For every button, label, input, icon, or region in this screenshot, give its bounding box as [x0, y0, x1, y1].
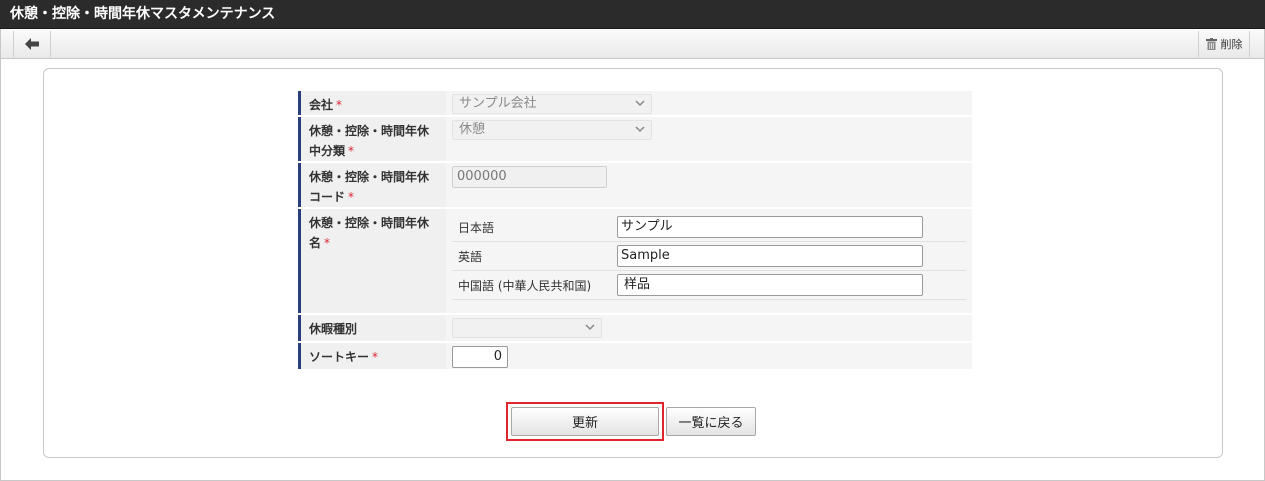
trash-icon [1205, 38, 1217, 50]
arrow-left-icon [25, 38, 39, 50]
chevron-down-icon [635, 126, 645, 133]
edit-form: 会社 * サンプル会社 休憩・控除・時間年休 中分類 * 休憩 休憩・控除・時間年休… [298, 91, 972, 371]
page-title: 休憩・控除・時間年休マスタメンテナンス [0, 0, 1265, 29]
value-company: サンプル会社 [446, 91, 972, 115]
required-mark: * [372, 350, 379, 364]
label-name-line1: 休憩・控除・時間年休 [309, 216, 430, 230]
name-zh-input[interactable]: 样品 [617, 274, 923, 296]
label-name: 休憩・控除・時間年休 名 * [298, 209, 446, 313]
row-code: 休憩・控除・時間年休 コード * 000000 [298, 163, 972, 209]
label-category: 休憩・控除・時間年休 中分類 * [298, 117, 446, 161]
label-leave-type: 休暇種別 [298, 315, 446, 341]
sort-key-input[interactable]: 0 [452, 346, 508, 368]
value-category: 休憩 [446, 117, 972, 161]
name-en-input[interactable]: Sample [617, 245, 923, 267]
label-sort-key-text: ソートキー [309, 350, 370, 364]
update-button[interactable]: 更新 [511, 407, 659, 436]
label-company-text: 会社 [309, 98, 334, 112]
required-mark: * [348, 190, 355, 204]
company-select[interactable]: サンプル会社 [452, 94, 652, 114]
required-mark: * [336, 98, 343, 112]
leave-type-select[interactable] [452, 318, 602, 338]
label-category-line1: 休憩・控除・時間年休 [309, 124, 430, 138]
label-code-line1: 休憩・控除・時間年休 [309, 170, 430, 184]
name-ja-input[interactable]: サンプル [617, 216, 923, 238]
lang-row-en: 英語 Sample [452, 242, 966, 271]
chevron-down-icon [585, 324, 595, 331]
label-leave-type-text: 休暇種別 [309, 322, 358, 336]
required-mark: * [324, 236, 331, 250]
lang-label-zh: 中国語 (中華人民共和国) [458, 278, 592, 293]
label-name-line2: 名 [309, 236, 322, 250]
update-button-highlight: 更新 [506, 402, 664, 441]
chevron-down-icon [635, 100, 645, 107]
lang-label-ja: 日本語 [458, 220, 495, 235]
value-sort-key: 0 [446, 343, 972, 369]
category-select[interactable]: 休憩 [452, 120, 652, 140]
back-to-list-button[interactable]: 一覧に戻る [666, 407, 756, 436]
value-leave-type [446, 315, 972, 341]
lang-row-ja: 日本語 サンプル [452, 213, 966, 242]
row-name: 休憩・控除・時間年休 名 * 日本語 サンプル 英語 Sample 中国語 (中華… [298, 209, 972, 315]
required-mark: * [348, 144, 355, 158]
label-code: 休憩・控除・時間年休 コード * [298, 163, 446, 207]
category-select-value: 休憩 [459, 122, 486, 137]
company-select-value: サンプル会社 [459, 96, 537, 111]
delete-button[interactable]: 削除 [1198, 31, 1250, 57]
row-leave-type: 休暇種別 [298, 315, 972, 343]
row-category: 休憩・控除・時間年休 中分類 * 休憩 [298, 117, 972, 163]
value-name: 日本語 サンプル 英語 Sample 中国語 (中華人民共和国) 样品 [446, 209, 972, 313]
back-button[interactable] [13, 31, 51, 57]
label-category-line2: 中分類 [309, 144, 346, 158]
label-code-line2: コード [309, 190, 346, 204]
label-company: 会社 * [298, 91, 446, 115]
toolbar: 削除 [0, 29, 1265, 59]
row-company: 会社 * サンプル会社 [298, 91, 972, 117]
lang-row-zh: 中国語 (中華人民共和国) 样品 [452, 271, 966, 300]
code-input: 000000 [452, 166, 607, 188]
row-sort-key: ソートキー * 0 [298, 343, 972, 371]
delete-label: 削除 [1220, 38, 1243, 51]
lang-label-en: 英語 [458, 249, 483, 264]
label-sort-key: ソートキー * [298, 343, 446, 369]
value-code: 000000 [446, 163, 972, 207]
